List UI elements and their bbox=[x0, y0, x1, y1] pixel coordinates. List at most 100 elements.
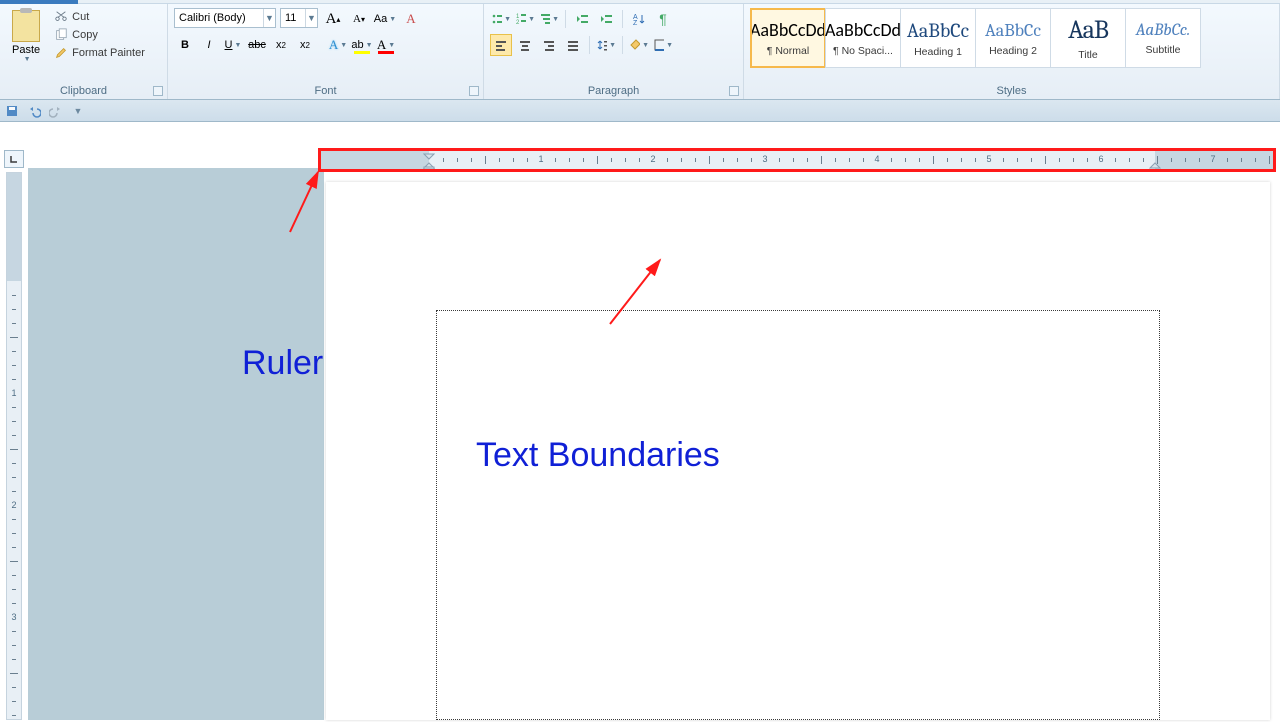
group-paragraph: ▼ 12▼ ▼ AZ ¶ ▼ ▼ ▼ Paragraph bbox=[484, 4, 744, 99]
quick-access-toolbar: ▼ bbox=[0, 100, 1280, 122]
superscript-button[interactable]: x2 bbox=[294, 34, 316, 56]
undo-button[interactable] bbox=[26, 103, 42, 119]
paragraph-dialog-launcher[interactable] bbox=[729, 86, 739, 96]
align-center-button[interactable] bbox=[514, 34, 536, 56]
style-preview: AaBbCcDd bbox=[825, 19, 901, 41]
paste-button[interactable]: Paste ▼ bbox=[6, 8, 46, 65]
clear-formatting-button[interactable]: A bbox=[400, 8, 422, 30]
document-area: 123456 1234567 Ruler Text Boundaries bbox=[0, 122, 1280, 720]
style-name: Subtitle bbox=[1145, 44, 1180, 56]
underline-button[interactable]: U▼ bbox=[222, 34, 244, 56]
clipboard-dialog-launcher[interactable] bbox=[153, 86, 163, 96]
font-name-combo[interactable]: ▼ bbox=[174, 8, 276, 28]
copy-label: Copy bbox=[72, 29, 98, 41]
redo-button[interactable] bbox=[48, 103, 64, 119]
chevron-down-icon: ▼ bbox=[609, 42, 616, 49]
show-hide-marks-button[interactable]: ¶ bbox=[652, 8, 674, 30]
grow-font-button[interactable]: A▴ bbox=[322, 8, 344, 30]
increase-indent-button[interactable] bbox=[595, 8, 617, 30]
chevron-down-icon[interactable]: ▼ bbox=[305, 9, 317, 27]
chevron-down-icon: ▼ bbox=[24, 56, 31, 63]
format-painter-label: Format Painter bbox=[72, 47, 145, 59]
chevron-down-icon: ▼ bbox=[552, 16, 559, 23]
style-tile-heading-2[interactable]: AaBbCc Heading 2 bbox=[975, 8, 1051, 68]
chevron-down-icon: ▼ bbox=[340, 42, 347, 49]
group-styles: AaBbCcDd¶ NormalAaBbCcDd¶ No Spaci...AaB… bbox=[744, 4, 1280, 99]
decrease-indent-button[interactable] bbox=[571, 8, 593, 30]
annotation-arrows bbox=[0, 122, 1280, 722]
cut-button[interactable]: Cut bbox=[50, 8, 149, 26]
style-name: Heading 1 bbox=[914, 46, 962, 58]
paste-label: Paste bbox=[12, 44, 40, 56]
cut-label: Cut bbox=[72, 11, 89, 23]
chevron-down-icon: ▼ bbox=[528, 16, 535, 23]
chevron-down-icon: ▼ bbox=[235, 42, 242, 49]
numbering-button[interactable]: 12▼ bbox=[514, 8, 536, 30]
group-label-font: Font bbox=[168, 85, 483, 97]
bullets-button[interactable]: ▼ bbox=[490, 8, 512, 30]
font-size-input[interactable] bbox=[281, 9, 305, 27]
subscript-button[interactable]: x2 bbox=[270, 34, 292, 56]
svg-text:Z: Z bbox=[633, 20, 638, 26]
highlight-button[interactable]: ab▼ bbox=[351, 34, 373, 56]
sort-button[interactable]: AZ bbox=[628, 8, 650, 30]
separator bbox=[589, 36, 590, 54]
style-name: Title bbox=[1078, 49, 1097, 61]
chevron-down-icon: ▼ bbox=[389, 16, 396, 23]
shading-button[interactable]: ▼ bbox=[628, 34, 650, 56]
style-preview: AaBbCcDd bbox=[750, 19, 826, 41]
group-label-paragraph: Paragraph bbox=[484, 85, 743, 97]
change-case-button[interactable]: Aa▼ bbox=[374, 8, 396, 30]
style-tile-subtitle[interactable]: AaBbCc. Subtitle bbox=[1125, 8, 1201, 68]
style-preview: AaBbCc bbox=[907, 19, 969, 42]
copy-button[interactable]: Copy bbox=[50, 26, 149, 44]
style-tile--no-spaci-[interactable]: AaBbCcDd ¶ No Spaci... bbox=[825, 8, 901, 68]
scissors-icon bbox=[54, 10, 68, 24]
save-button[interactable] bbox=[4, 103, 20, 119]
style-name: Heading 2 bbox=[989, 45, 1037, 57]
brush-icon bbox=[54, 46, 68, 60]
style-tile-title[interactable]: AaB Title bbox=[1050, 8, 1126, 68]
chevron-down-icon: ▼ bbox=[666, 42, 673, 49]
chevron-down-icon[interactable]: ▼ bbox=[263, 9, 275, 27]
chevron-down-icon: ▼ bbox=[388, 42, 395, 49]
style-name: ¶ Normal bbox=[767, 45, 809, 57]
justify-button[interactable] bbox=[562, 34, 584, 56]
qat-customize-button[interactable]: ▼ bbox=[70, 103, 86, 119]
separator bbox=[622, 10, 623, 28]
style-preview: AaBbCc bbox=[985, 20, 1041, 41]
font-name-input[interactable] bbox=[175, 9, 263, 27]
group-font: ▼ ▼ A▴ A▾ Aa▼ A B I U▼ abc x2 x2 A▼ ab▼ … bbox=[168, 4, 484, 99]
style-preview: AaBbCc. bbox=[1136, 21, 1191, 40]
text-effects-button[interactable]: A▼ bbox=[327, 34, 349, 56]
chevron-down-icon: ▼ bbox=[366, 42, 373, 49]
chevron-down-icon: ▼ bbox=[642, 42, 649, 49]
separator bbox=[565, 10, 566, 28]
strikethrough-button[interactable]: abc bbox=[246, 34, 268, 56]
svg-text:2: 2 bbox=[516, 20, 520, 26]
format-painter-button[interactable]: Format Painter bbox=[50, 44, 149, 62]
borders-button[interactable]: ▼ bbox=[652, 34, 674, 56]
font-color-button[interactable]: A▼ bbox=[375, 34, 397, 56]
style-tile--normal[interactable]: AaBbCcDd ¶ Normal bbox=[750, 8, 826, 68]
separator bbox=[622, 36, 623, 54]
ribbon: Paste ▼ Cut Copy Format Painter Clipboar… bbox=[0, 4, 1280, 100]
group-label-styles: Styles bbox=[744, 85, 1279, 97]
style-preview: AaB bbox=[1068, 15, 1108, 45]
chevron-down-icon: ▼ bbox=[504, 16, 511, 23]
group-label-clipboard: Clipboard bbox=[0, 85, 167, 97]
italic-button[interactable]: I bbox=[198, 34, 220, 56]
bold-button[interactable]: B bbox=[174, 34, 196, 56]
multilevel-list-button[interactable]: ▼ bbox=[538, 8, 560, 30]
styles-gallery[interactable]: AaBbCcDd¶ NormalAaBbCcDd¶ No Spaci...AaB… bbox=[750, 8, 1273, 68]
copy-icon bbox=[54, 28, 68, 42]
font-dialog-launcher[interactable] bbox=[469, 86, 479, 96]
paste-icon bbox=[12, 10, 40, 42]
style-tile-heading-1[interactable]: AaBbCc Heading 1 bbox=[900, 8, 976, 68]
font-size-combo[interactable]: ▼ bbox=[280, 8, 318, 28]
align-right-button[interactable] bbox=[538, 34, 560, 56]
shrink-font-button[interactable]: A▾ bbox=[348, 8, 370, 30]
align-left-button[interactable] bbox=[490, 34, 512, 56]
style-name: ¶ No Spaci... bbox=[833, 45, 893, 57]
line-spacing-button[interactable]: ▼ bbox=[595, 34, 617, 56]
